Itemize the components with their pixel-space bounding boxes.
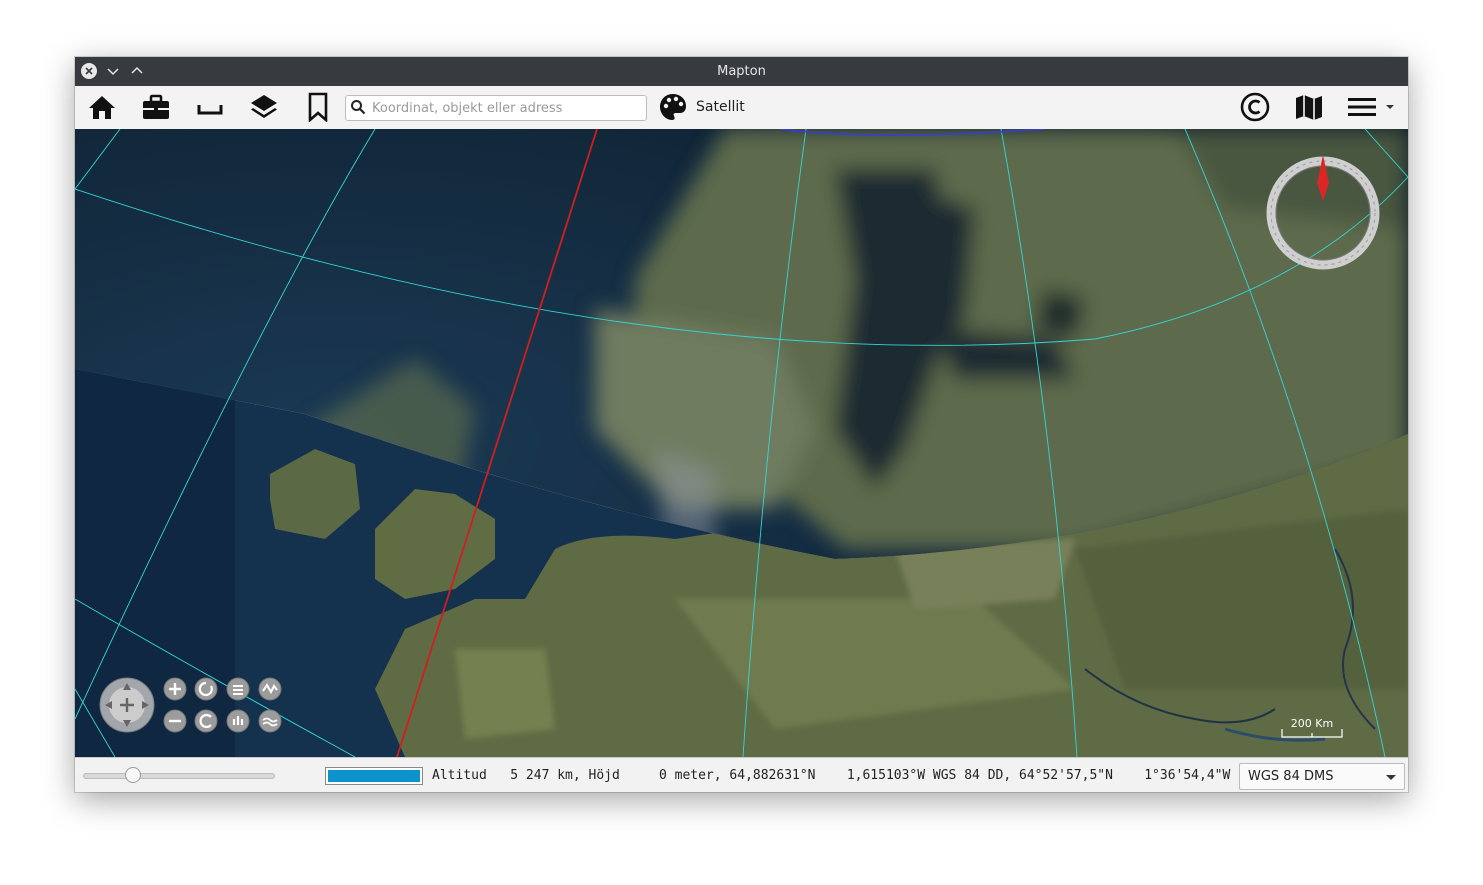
map-button[interactable] (1292, 91, 1326, 123)
reset-heading-button[interactable] (194, 709, 218, 733)
home-button[interactable] (85, 91, 119, 123)
copyright-icon (1240, 92, 1270, 122)
map-style-button[interactable]: Satellit (658, 92, 745, 122)
window-title: Mapton (717, 64, 766, 79)
exaggerate-down-button[interactable] (258, 709, 282, 733)
globe-canvas[interactable]: 200 Km (75, 129, 1408, 757)
pan-control[interactable] (99, 677, 155, 733)
main-menu-button[interactable] (1345, 91, 1395, 123)
crs-selected-value: WGS 84 DMS (1248, 769, 1334, 784)
copyright-button[interactable] (1238, 91, 1272, 123)
rotate-button[interactable] (194, 677, 218, 701)
toolbar: Satellit (75, 86, 1408, 130)
progress-fill (328, 770, 420, 782)
map-view[interactable]: 200 Km (75, 129, 1408, 757)
zoom-slider[interactable] (83, 767, 275, 783)
map-icon (1296, 95, 1322, 120)
layers-icon (251, 95, 277, 118)
tools-button[interactable] (139, 91, 173, 123)
zoom-in-button[interactable] (163, 677, 187, 701)
crs-select[interactable]: WGS 84 DMS (1239, 763, 1405, 790)
bookmarks-button[interactable] (301, 91, 335, 123)
search-icon (351, 100, 366, 115)
search-input[interactable] (370, 98, 644, 118)
layers-button[interactable] (247, 91, 281, 123)
zoom-slider-thumb[interactable] (124, 767, 141, 783)
tilt-up-button[interactable] (226, 677, 250, 701)
palette-icon (660, 94, 686, 120)
home-icon (89, 96, 115, 119)
briefcase-icon (143, 94, 169, 119)
ruler-button[interactable] (193, 91, 227, 123)
coordinates-readout: Altitud 5 247 km, Höjd 0 meter, 64,88263… (432, 768, 1231, 783)
bookmark-icon (308, 92, 328, 122)
progress-bar (325, 767, 423, 785)
menu-icon (1348, 98, 1394, 116)
chevron-down-icon (1386, 775, 1396, 780)
map-style-label: Satellit (696, 99, 745, 115)
status-bar: Altitud 5 247 km, Höjd 0 meter, 64,88263… (75, 757, 1408, 792)
title-bar: Mapton (75, 57, 1408, 86)
zoom-out-button[interactable] (163, 709, 187, 733)
app-window: Mapton Koordinat, objekt eller adress Sa… (75, 57, 1408, 792)
tilt-down-button[interactable] (226, 709, 250, 733)
scale-label: 200 Km (1291, 717, 1333, 730)
ruler-icon (197, 105, 223, 115)
exaggerate-up-button[interactable] (258, 677, 282, 701)
search-field[interactable] (345, 95, 647, 121)
